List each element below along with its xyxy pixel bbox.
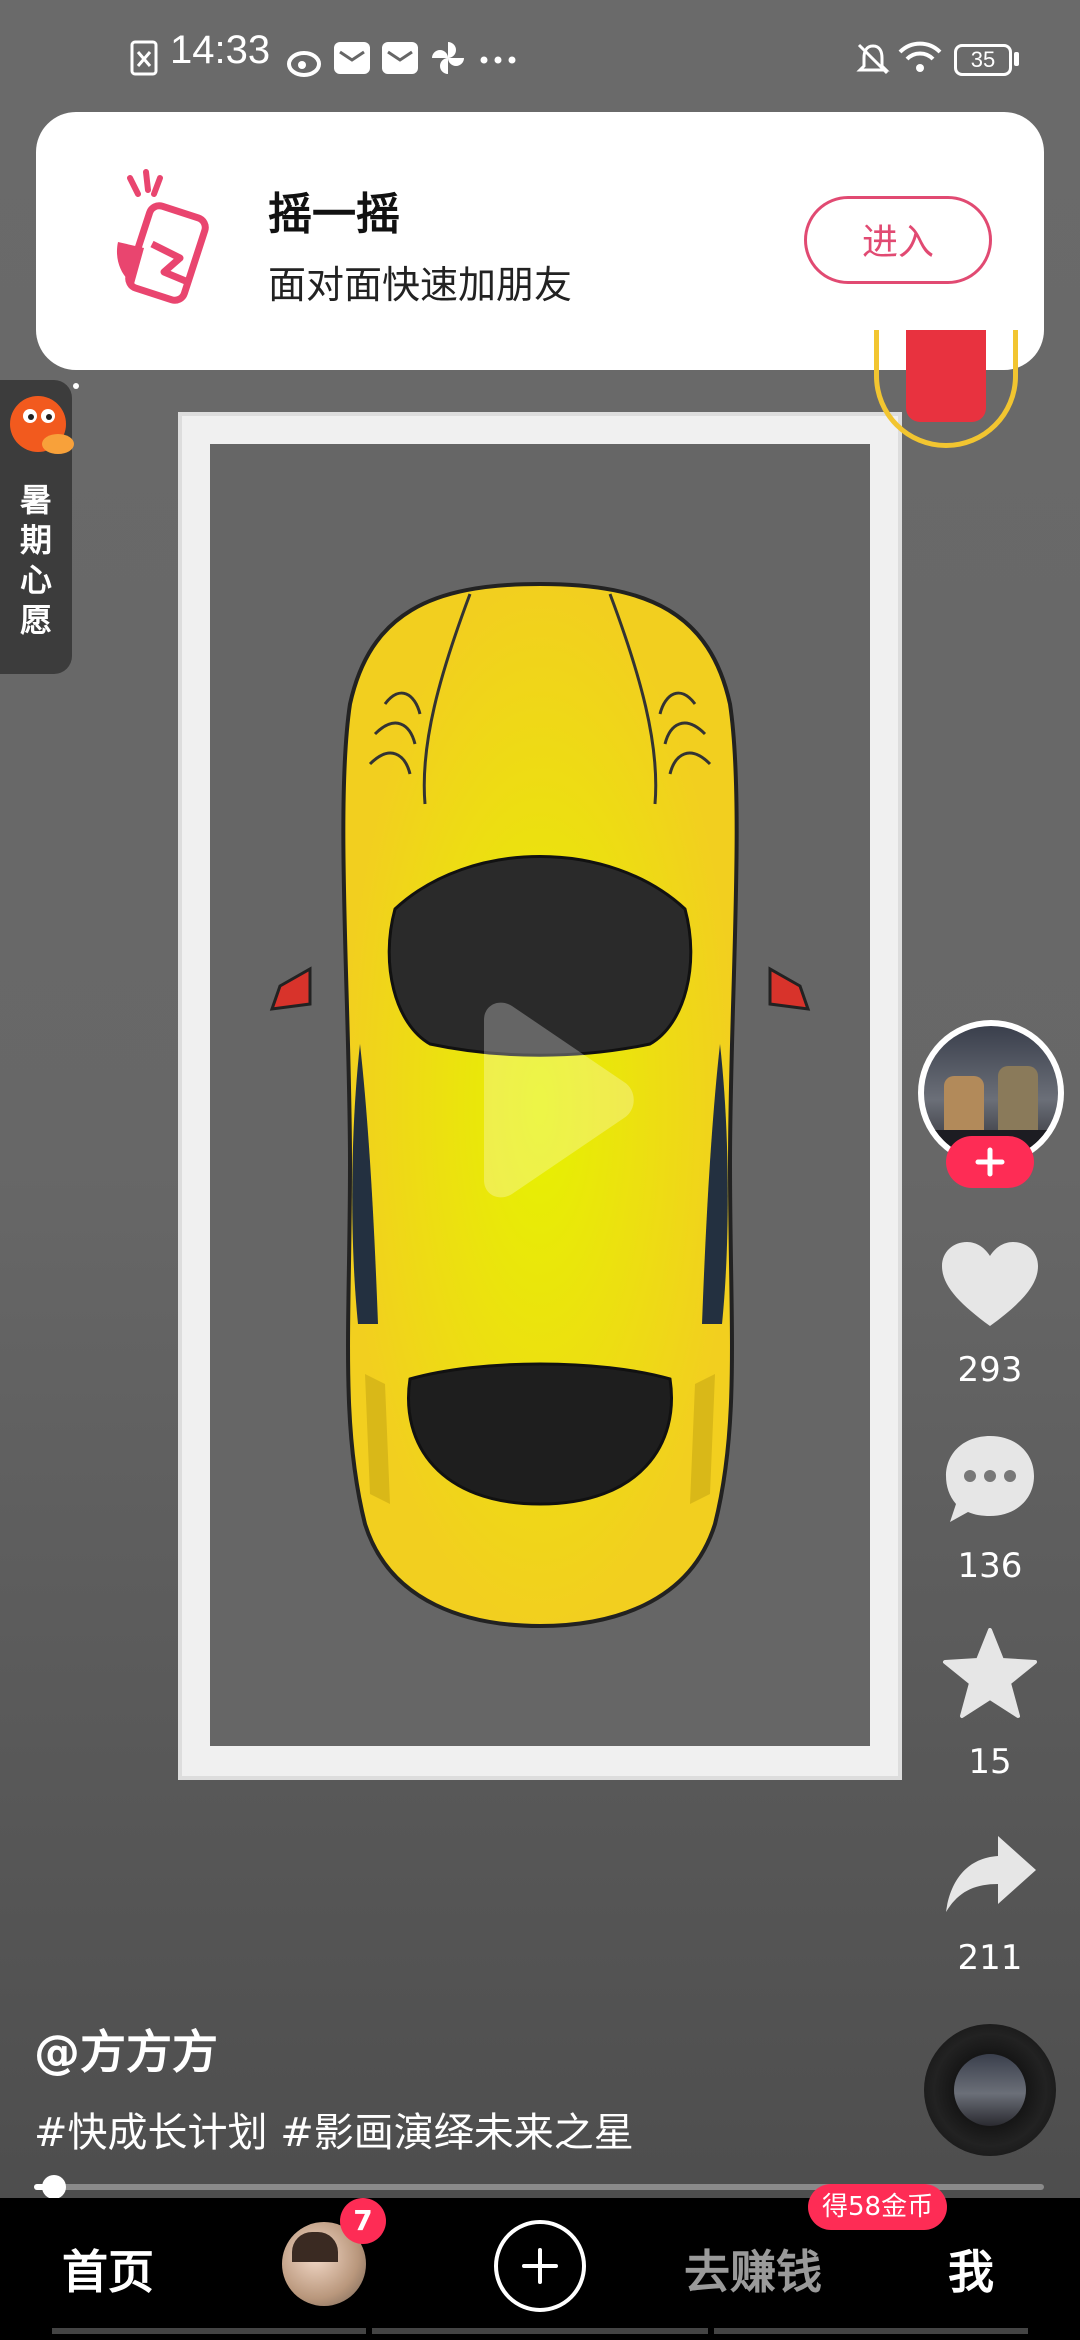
video-hashtags[interactable]: #快成长计划 #影画演绎未来之星	[34, 2100, 634, 2158]
battery-icon: 35	[954, 44, 1012, 76]
status-bar: 14:33 35	[0, 0, 1080, 110]
create-button[interactable]	[494, 2220, 586, 2312]
earn-coins-badge: 得58金币	[808, 2184, 948, 2230]
shake-phone-icon	[116, 169, 209, 304]
enter-button[interactable]: 进入	[804, 196, 992, 284]
mail-icon-2	[382, 42, 418, 74]
nav-earn[interactable]: 去赚钱	[684, 2236, 822, 2302]
summer-wish-banner[interactable]: 暑期心愿	[0, 380, 79, 674]
plus-icon	[522, 2248, 558, 2284]
music-disc[interactable]	[924, 2024, 1056, 2156]
favorite-count: 15	[968, 1742, 1012, 1782]
share-count: 211	[957, 1938, 1023, 1978]
nav-friends-badge: 7	[340, 2198, 386, 2244]
status-time: 14:33	[170, 28, 271, 72]
more-dots-icon	[480, 56, 516, 64]
progress-handle[interactable]	[42, 2175, 67, 2199]
summer-wish-label: 暑期心愿	[19, 481, 52, 639]
weibo-icon	[287, 51, 321, 77]
music-cover	[954, 2054, 1026, 2126]
favorite-star-icon[interactable]	[942, 1628, 1038, 1720]
nav-me[interactable]: 我	[948, 2236, 994, 2302]
like-icon[interactable]	[940, 1240, 1040, 1330]
notification-title: 摇一摇	[268, 189, 400, 240]
battery-tip	[1014, 52, 1019, 66]
nav-home[interactable]: 首页	[62, 2236, 154, 2302]
author-name[interactable]: @方方方	[34, 2016, 218, 2082]
comment-icon[interactable]	[942, 1432, 1038, 1528]
mail-icon	[334, 42, 370, 74]
comment-count: 136	[957, 1546, 1023, 1586]
pinwheel-icon	[432, 42, 464, 74]
mute-icon	[856, 43, 890, 75]
plus-icon	[975, 1147, 1005, 1177]
wifi-icon	[898, 41, 942, 72]
like-count: 293	[957, 1350, 1023, 1390]
play-icon[interactable]	[474, 1000, 644, 1200]
sim-icon	[130, 40, 158, 76]
follow-button[interactable]	[946, 1136, 1034, 1188]
mascot-icon	[10, 383, 79, 454]
nav-separators	[0, 2328, 1080, 2334]
notification-subtitle: 面对面快速加朋友	[268, 263, 573, 307]
red-packet-icon[interactable]	[906, 330, 986, 422]
battery-level: 35	[970, 47, 996, 72]
bottom-nav: 首页 7 去赚钱 得58金币 我	[0, 2184, 1080, 2340]
share-icon[interactable]	[942, 1832, 1038, 1916]
